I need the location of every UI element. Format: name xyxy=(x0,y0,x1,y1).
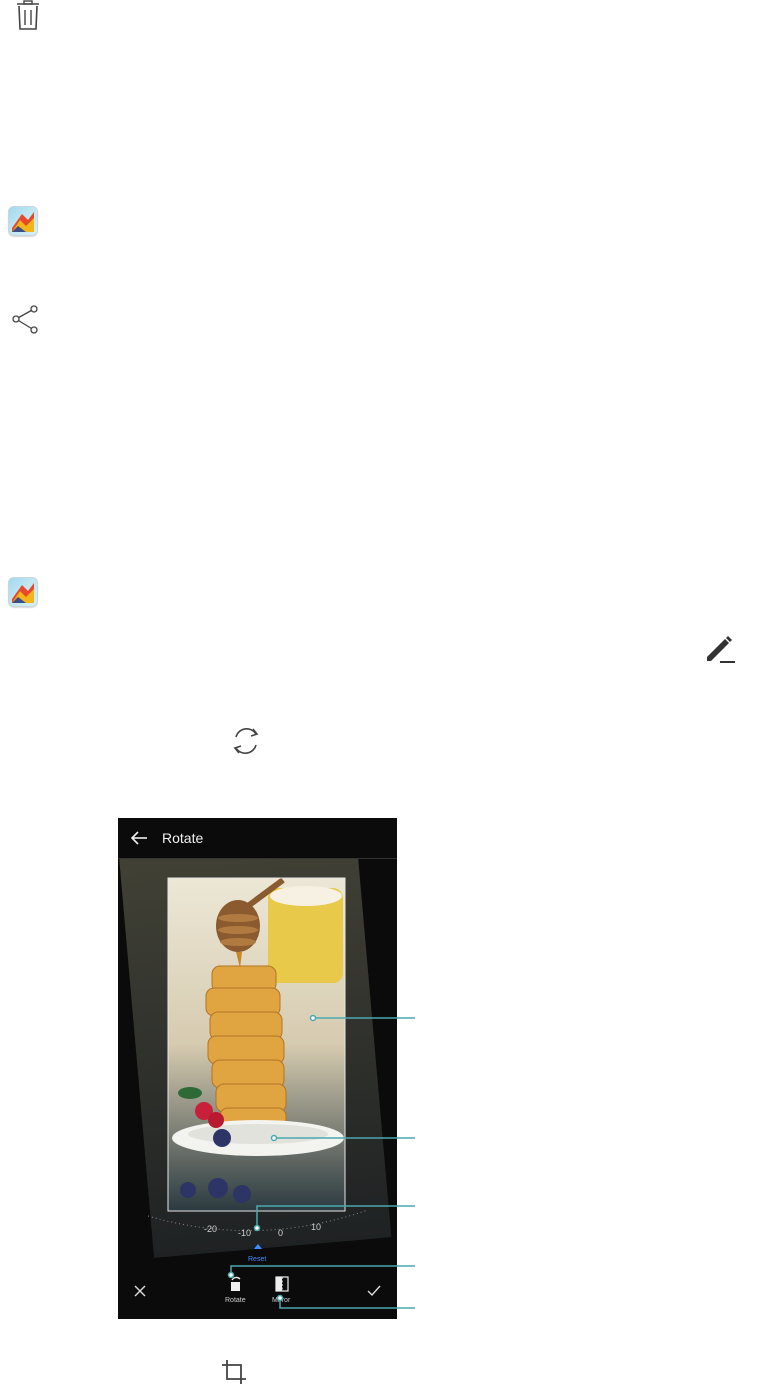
back-arrow-icon[interactable] xyxy=(130,830,148,846)
rotate-title: Rotate xyxy=(162,830,204,846)
callout-lines xyxy=(227,1014,415,1309)
crop-icon[interactable] xyxy=(220,1358,248,1386)
rotate-header: Rotate xyxy=(118,818,397,859)
